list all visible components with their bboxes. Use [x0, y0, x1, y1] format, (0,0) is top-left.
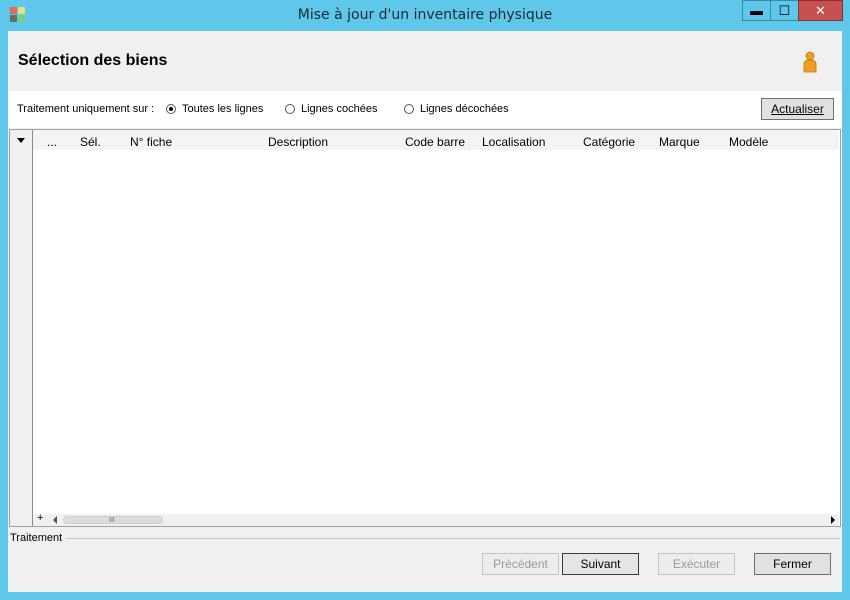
radio-label: Lignes cochées [301, 103, 378, 115]
group-divider [66, 538, 840, 539]
column-header-category[interactable]: Catégorie [583, 135, 635, 149]
execute-button[interactable]: Exécuter [658, 553, 735, 575]
client-area: Sélection des biens Traitement uniquemen… [8, 31, 842, 592]
title-bar[interactable]: Mise à jour d'un inventaire physique ▬ ☐… [0, 0, 850, 31]
scroll-grip-icon: III [109, 517, 115, 524]
horizontal-scrollbar[interactable]: + III [33, 512, 839, 526]
header-panel: Sélection des biens [8, 31, 842, 91]
close-dialog-button[interactable]: Fermer [754, 553, 831, 575]
maximize-button[interactable]: ☐ [770, 0, 798, 21]
column-header-description[interactable]: Description [268, 135, 328, 149]
column-header-options[interactable]: ... [47, 135, 57, 149]
next-button-label: Suivant [580, 557, 621, 571]
minimize-button[interactable]: ▬ [742, 0, 770, 21]
maximize-icon: ☐ [778, 2, 791, 18]
expand-icon[interactable]: + [37, 512, 43, 524]
dropdown-arrow-icon[interactable] [17, 138, 25, 143]
radio-label: Toutes les lignes [182, 103, 264, 115]
radio-label: Lignes décochées [420, 103, 509, 115]
close-button[interactable]: ✕ [798, 0, 843, 21]
grid-row-header [10, 130, 33, 526]
radio-unchecked-icon [285, 104, 295, 114]
scroll-right-icon[interactable] [831, 516, 835, 524]
close-dialog-button-label: Fermer [773, 557, 812, 571]
refresh-button-label: Actualiser [771, 102, 824, 116]
scroll-left-icon[interactable] [53, 516, 57, 524]
column-header-brand[interactable]: Marque [659, 135, 700, 149]
processing-group: Traitement Précédent Suivant Exécuter Fe… [8, 532, 842, 592]
radio-unchecked-icon [404, 104, 414, 114]
refresh-button[interactable]: Actualiser [761, 98, 834, 120]
user-icon [803, 51, 817, 73]
execute-button-label: Exécuter [672, 557, 721, 571]
filter-bar: Traitement uniquement sur : Toutes les l… [8, 91, 842, 128]
radio-all-lines[interactable]: Toutes les lignes [166, 103, 263, 115]
column-header-fiche-number[interactable]: N° fiche [130, 135, 172, 149]
radio-unchecked-lines[interactable]: Lignes décochées [404, 103, 509, 115]
filter-label: Traitement uniquement sur : [17, 103, 155, 115]
radio-checked-lines[interactable]: Lignes cochées [285, 103, 377, 115]
previous-button-label: Précédent [493, 557, 548, 571]
column-header-selection[interactable]: Sél. [80, 135, 101, 149]
column-header-barcode[interactable]: Code barre [405, 135, 465, 149]
close-icon: ✕ [815, 2, 826, 18]
next-button[interactable]: Suivant [562, 553, 639, 575]
application-window: Mise à jour d'un inventaire physique ▬ ☐… [0, 0, 850, 600]
page-title: Sélection des biens [18, 52, 168, 69]
group-label: Traitement [10, 532, 63, 544]
minimize-icon: ▬ [750, 3, 763, 18]
column-header-model[interactable]: Modèle [729, 135, 768, 149]
previous-button[interactable]: Précédent [482, 553, 559, 575]
window-title: Mise à jour d'un inventaire physique [297, 7, 553, 23]
grid-header-row: ... Sél. N° fiche Description Code barre… [33, 130, 839, 150]
items-grid[interactable]: ... Sél. N° fiche Description Code barre… [9, 129, 841, 527]
radio-checked-icon [166, 104, 176, 114]
column-header-location[interactable]: Localisation [482, 135, 545, 149]
